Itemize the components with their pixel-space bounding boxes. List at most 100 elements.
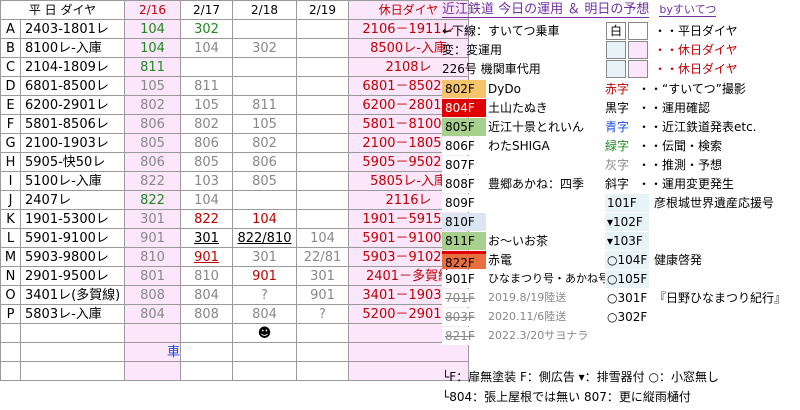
table-row: M 5903-9800レ 810 901 301 22/81 5903－9102レ: [0, 247, 469, 267]
empty-cell: [180, 342, 233, 362]
train-name: 2020.11/6陸送: [488, 310, 567, 323]
weekday-operation: 3401レ(多賀線): [20, 285, 125, 305]
date-header-2-16[interactable]: 2/16: [124, 0, 181, 20]
empty-cell: [232, 361, 297, 381]
empty-cell: [180, 361, 233, 381]
row-key: P: [0, 304, 21, 324]
footnote: └F：扉無塗装 F：側広告 ▾：排雪器付 ○：小窓無し: [442, 370, 719, 384]
weekday-operation: 1901-5300レ: [20, 209, 125, 229]
train-badge[interactable]: 807F: [442, 156, 486, 174]
train-badge[interactable]: 803F: [442, 308, 486, 326]
table-row: A 2403-1801レ 104 302 2106－1911レ: [0, 19, 469, 39]
table-row: B 8100レ-入庫 104 104 302 8500レ-入庫: [0, 38, 469, 58]
car-2-18: 804: [232, 304, 297, 324]
legend-meaning: ・・休日ダイヤ: [654, 62, 738, 76]
train-name: 2022.3/20サヨナラ: [488, 329, 589, 342]
car-2-16: 806: [124, 114, 181, 134]
weekday-operation: 2403-1801レ: [20, 19, 125, 39]
train-badge[interactable]: 806F: [442, 137, 486, 155]
face-icon: ☻: [232, 323, 297, 343]
row-key: I: [0, 171, 21, 191]
row-key: K: [0, 209, 21, 229]
train-name: 豊郷あかね：四季: [488, 177, 585, 191]
train-name: DyDo: [488, 82, 521, 96]
legend-text: 226号 機関車代用: [442, 62, 541, 76]
weekday-operation: 8100レ-入庫: [20, 38, 125, 58]
train-name: お～いお茶: [488, 234, 549, 248]
legend-swatch: [606, 41, 626, 59]
date-header-2-18[interactable]: 2/18: [232, 0, 297, 20]
train-badge[interactable]: 822F: [442, 251, 486, 270]
page-title: 近江鉄道 今日の運用 ＆ 明日の予想 byすいてつ: [442, 0, 800, 20]
car-2-18: [232, 57, 297, 77]
row-key: H: [0, 152, 21, 172]
car-2-18: 802: [232, 133, 297, 153]
car-2-19: [296, 76, 349, 96]
train-badge[interactable]: 805F: [442, 118, 486, 136]
car-2-17: 808: [180, 304, 233, 324]
empty-cell: [124, 323, 181, 343]
car-2-16: 901: [124, 228, 181, 248]
row-key: E: [0, 95, 21, 115]
legend-value: ・・推測・予想: [638, 158, 723, 172]
car-2-16: 804: [124, 304, 181, 324]
car-2-19: [296, 38, 349, 58]
row-key: A: [0, 19, 21, 39]
legend-text: 変：変運用: [442, 43, 503, 57]
row-key: N: [0, 266, 21, 286]
train-badge[interactable]: 821F: [442, 327, 486, 345]
car-2-16: 104: [124, 38, 181, 58]
empty-cell: [296, 342, 349, 362]
weekday-operation: 5903-9800レ: [20, 247, 125, 267]
train-badge[interactable]: 810F: [442, 213, 486, 231]
table-row: D 6801-8500レ 105 811 6801－8502レ: [0, 76, 469, 96]
legend-key: ○105F: [605, 270, 649, 288]
car-2-18: [232, 19, 297, 39]
row-key: B: [0, 38, 21, 58]
car-2-18: 806: [232, 152, 297, 172]
empty-cell: [20, 323, 125, 343]
legend-key: ▾103F: [605, 232, 649, 250]
train-badge[interactable]: 804F: [442, 99, 486, 117]
legend-swatch: 白: [606, 22, 626, 40]
car-2-18: 811: [232, 95, 297, 115]
row-key: L: [0, 228, 21, 248]
operation-table: 平 日 ダイヤ 2/16 2/17 2/18 2/19 休日ダイヤ A 2403-…: [0, 0, 469, 381]
legend-meaning: ・・休日ダイヤ: [654, 43, 738, 57]
car-2-17: 104: [180, 38, 233, 58]
car-2-17: 802: [180, 114, 233, 134]
train-badge[interactable]: 809F: [442, 194, 486, 212]
weekday-operation: 5803レ-入庫: [20, 304, 125, 324]
car-2-19: [296, 114, 349, 134]
car-2-16: 105: [124, 76, 181, 96]
date-header-2-17[interactable]: 2/17: [180, 0, 233, 20]
car-2-17: 104: [180, 190, 233, 210]
weekday-operation: 6200-2901レ: [20, 95, 125, 115]
train-badge[interactable]: 901F: [442, 270, 486, 288]
table-row: I 5100レ-入庫 822 103 805 5805レ-入庫: [0, 171, 469, 191]
weekday-operation: 2104-1809レ: [20, 57, 125, 77]
car-2-16: 301: [124, 209, 181, 229]
car-2-18: [232, 76, 297, 96]
row-key: F: [0, 114, 21, 134]
train-badge[interactable]: 802F: [442, 80, 486, 98]
legend-key: ▾102F: [605, 213, 649, 231]
weekday-operation: 2100-1903レ: [20, 133, 125, 153]
car-2-18: 805: [232, 171, 297, 191]
train-badge[interactable]: 811F: [442, 232, 486, 250]
legend-key: 青字: [605, 120, 630, 134]
car-2-16: 802: [124, 95, 181, 115]
train-badge[interactable]: 701F: [442, 289, 486, 307]
train-badge[interactable]: 808F: [442, 175, 486, 193]
empty-row: ☻: [0, 323, 469, 343]
car-2-19: 301: [296, 266, 349, 286]
row-key: O: [0, 285, 21, 305]
date-header-2-19[interactable]: 2/19: [296, 0, 349, 20]
weekday-operation: 2407レ: [20, 190, 125, 210]
legend-value: 健康啓発: [654, 253, 703, 267]
empty-cell: [124, 361, 181, 381]
legend-swatch: [628, 60, 648, 78]
car-2-18: 302: [232, 38, 297, 58]
legend-key: ○104F: [605, 251, 649, 269]
car-2-19: [296, 57, 349, 77]
